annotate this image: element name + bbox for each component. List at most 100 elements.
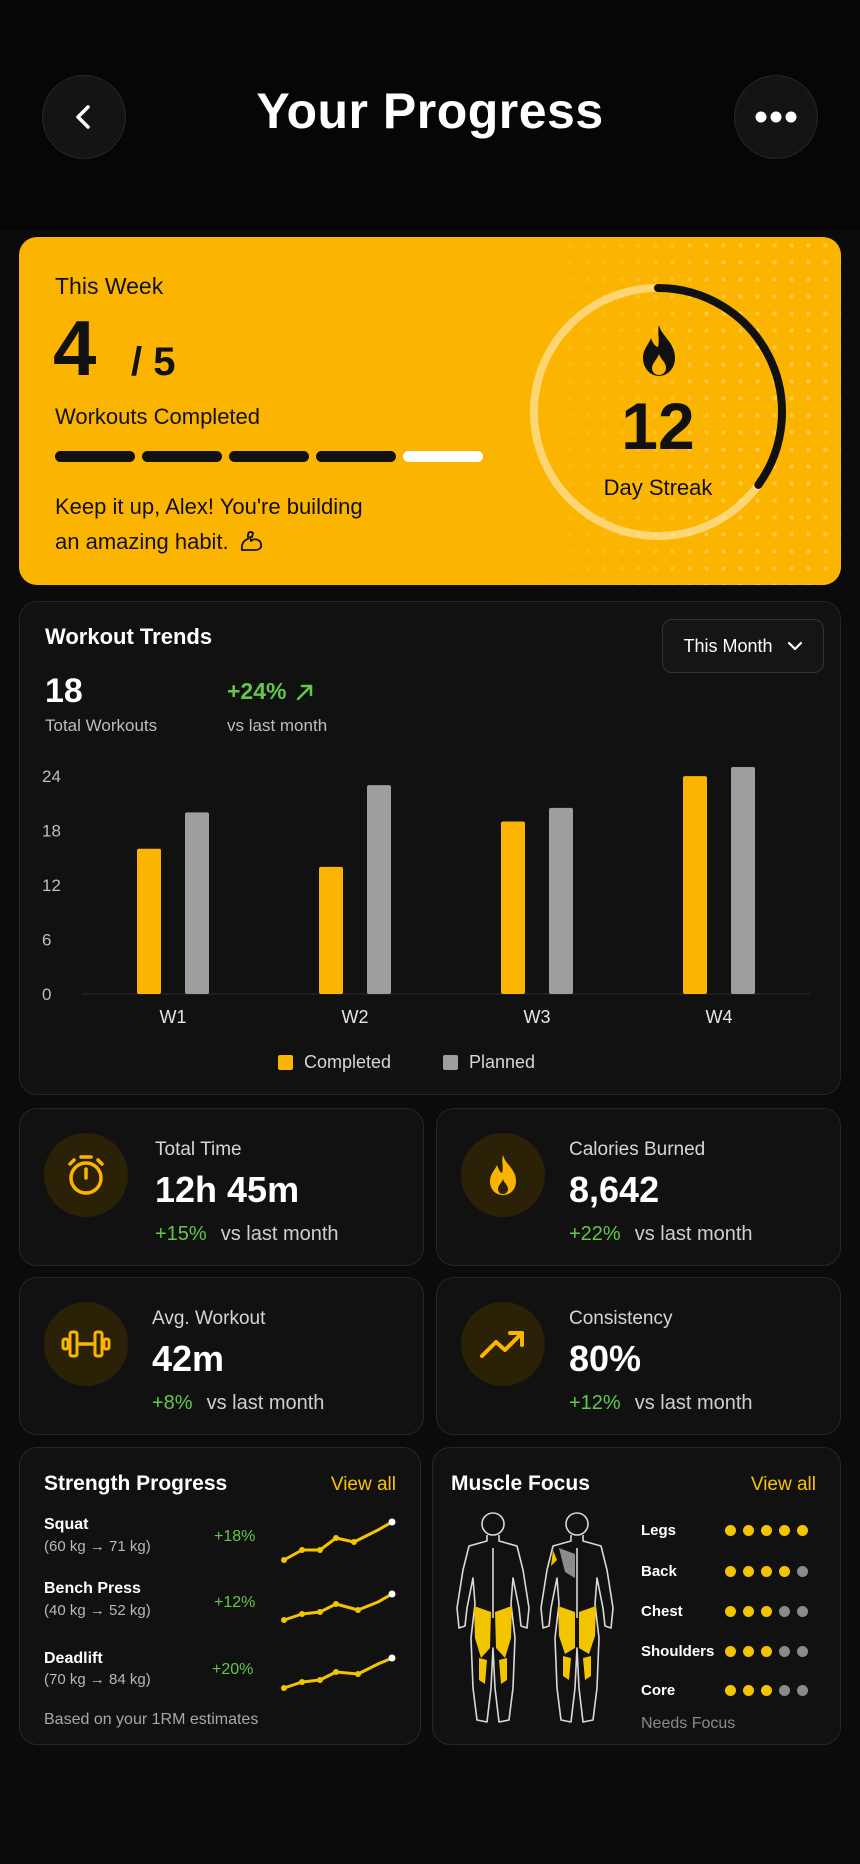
level-dot bbox=[725, 1566, 736, 1577]
page-title: Your Progress bbox=[256, 83, 604, 139]
level-dot bbox=[725, 1525, 736, 1536]
workouts-completed-label: Workouts Completed bbox=[55, 404, 261, 429]
stat-value: 80% bbox=[569, 1338, 642, 1379]
y-tick-label: 0 bbox=[42, 985, 51, 1004]
streak-value: 12 bbox=[621, 389, 695, 463]
level-dot bbox=[797, 1646, 808, 1657]
bar-planned bbox=[731, 767, 755, 994]
workouts-completed-count: 4 bbox=[53, 304, 97, 392]
level-dot bbox=[779, 1525, 790, 1536]
stat-label: Total Time bbox=[155, 1139, 242, 1160]
weekly-summary-card[interactable]: This Week 4 / 5 Workouts Completed Keep … bbox=[19, 237, 841, 585]
stat-change-value: +15% bbox=[155, 1223, 207, 1245]
strength-view-all-link[interactable]: View all bbox=[331, 1474, 396, 1496]
deadlift-sparkline bbox=[281, 1654, 396, 1691]
stat-value: 12h 45m bbox=[155, 1169, 300, 1210]
stat-label: Calories Burned bbox=[569, 1139, 706, 1160]
level-dot bbox=[797, 1525, 808, 1536]
level-dot bbox=[761, 1685, 772, 1696]
strength-footnote: Based on your 1RM estimates bbox=[44, 1711, 259, 1728]
y-tick-label: 18 bbox=[42, 822, 61, 841]
y-tick-label: 6 bbox=[42, 931, 51, 950]
workout-trends-chart: 0 6 12 18 24 W1 W2 W3 W4 Completed Planned bbox=[42, 767, 810, 1072]
flame-icon bbox=[490, 1155, 516, 1195]
muscle-group-label: Chest bbox=[641, 1603, 683, 1620]
muscle-level-dots bbox=[725, 1566, 808, 1577]
progress-segment bbox=[316, 451, 396, 462]
bar-completed bbox=[501, 821, 525, 994]
weekly-progress-bar bbox=[55, 451, 483, 462]
stat-card-avg-workout[interactable]: Avg. Workout 42m +8% vs last month bbox=[19, 1277, 424, 1435]
stat-card-total-time[interactable]: Total Time 12h 45m +15% vs last month bbox=[19, 1108, 424, 1266]
lift-change: +18% bbox=[214, 1528, 256, 1545]
stat-change-label: vs last month bbox=[634, 1223, 753, 1245]
trend-up-icon bbox=[480, 1331, 524, 1358]
stat-icon-container bbox=[461, 1133, 545, 1217]
level-dot bbox=[779, 1685, 790, 1696]
progress-segment bbox=[142, 451, 222, 462]
stat-value: 42m bbox=[152, 1338, 225, 1379]
stat-label: Avg. Workout bbox=[152, 1308, 266, 1329]
squat-sparkline bbox=[281, 1518, 396, 1563]
stat-change-value: +22% bbox=[569, 1223, 621, 1245]
level-dot bbox=[761, 1566, 772, 1577]
bar-planned bbox=[367, 785, 391, 994]
progress-segment bbox=[229, 451, 309, 462]
stat-icon-container bbox=[461, 1302, 545, 1386]
more-button[interactable] bbox=[734, 75, 818, 159]
bench-press-sparkline bbox=[281, 1590, 396, 1623]
level-dot bbox=[725, 1646, 736, 1657]
legend-swatch bbox=[278, 1055, 293, 1070]
bar-completed bbox=[319, 866, 343, 994]
x-tick-label: W2 bbox=[342, 1007, 369, 1027]
stat-card-calories[interactable]: Calories Burned 8,642 +22% vs last month bbox=[436, 1108, 841, 1266]
legend-swatch bbox=[443, 1055, 458, 1070]
lift-range: (60 kg → 71 kg) bbox=[44, 1538, 151, 1555]
stat-card-consistency[interactable]: Consistency 80% +12% vs last month bbox=[436, 1277, 841, 1435]
stat-change-value: +12% bbox=[569, 1392, 621, 1414]
muscle-group-label: Legs bbox=[641, 1522, 677, 1539]
y-tick-label: 24 bbox=[42, 767, 61, 786]
level-dot bbox=[743, 1685, 754, 1696]
workouts-target: / 5 bbox=[131, 340, 176, 384]
progress-segment bbox=[403, 451, 483, 462]
muscle-group-label: Core bbox=[641, 1682, 676, 1699]
x-tick-label: W3 bbox=[524, 1007, 551, 1027]
legend-label: Completed bbox=[304, 1052, 391, 1072]
muscle-level-dots bbox=[725, 1606, 808, 1617]
stat-label: Consistency bbox=[569, 1308, 673, 1329]
stat-icon-container bbox=[44, 1302, 128, 1386]
level-dot bbox=[797, 1606, 808, 1617]
stopwatch-icon bbox=[68, 1155, 104, 1195]
strength-progress-card: Strength Progress View all Squat (60 kg … bbox=[19, 1447, 421, 1745]
bar-completed bbox=[683, 776, 707, 994]
stat-change: +12% vs last month bbox=[569, 1392, 753, 1415]
level-dot bbox=[779, 1606, 790, 1617]
muscle-group-label: Back bbox=[641, 1563, 677, 1580]
bar-completed bbox=[137, 848, 161, 994]
strength-title: Strength Progress bbox=[44, 1472, 228, 1495]
lift-name: Deadlift bbox=[44, 1650, 103, 1667]
level-dot bbox=[725, 1606, 736, 1617]
level-dot bbox=[761, 1525, 772, 1536]
level-dot bbox=[779, 1566, 790, 1577]
streak-label: Day Streak bbox=[603, 475, 713, 500]
app-header: Your Progress bbox=[0, 0, 860, 230]
stat-change: +22% vs last month bbox=[569, 1223, 753, 1246]
body-map-diagram bbox=[456, 1512, 614, 1723]
progress-segment bbox=[55, 451, 135, 462]
level-dot bbox=[797, 1685, 808, 1696]
x-tick-label: W1 bbox=[160, 1007, 187, 1027]
lift-change: +12% bbox=[214, 1594, 256, 1611]
lift-range: (40 kg → 52 kg) bbox=[44, 1602, 151, 1619]
stat-change-value: +8% bbox=[152, 1392, 193, 1414]
muscle-view-all-link[interactable]: View all bbox=[751, 1474, 816, 1496]
stat-change-label: vs last month bbox=[220, 1223, 339, 1245]
muscle-level-dots bbox=[725, 1646, 808, 1657]
dumbbell-icon bbox=[61, 1330, 111, 1358]
muscle-level-dots bbox=[725, 1525, 808, 1536]
weekly-title: This Week bbox=[55, 273, 164, 299]
motivation-message: Keep it up, Alex! You're building an ama… bbox=[55, 489, 385, 559]
bar-planned bbox=[549, 807, 573, 994]
stat-change: +15% vs last month bbox=[155, 1223, 339, 1246]
